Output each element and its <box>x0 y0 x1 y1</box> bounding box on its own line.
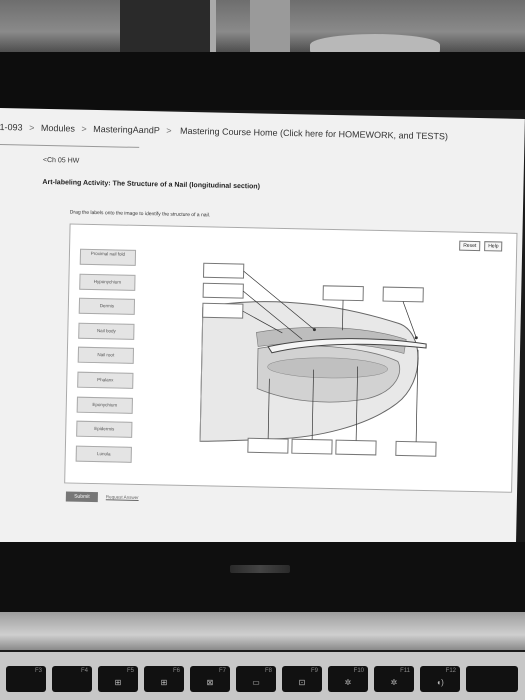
help-button[interactable]: Help <box>484 241 503 252</box>
key-f4[interactable]: F4 <box>52 666 92 692</box>
laptop-top-bezel <box>0 52 525 110</box>
breadcrumb-mastering[interactable]: MasteringAandP <box>93 124 160 135</box>
label-tile-nail-body[interactable]: Nail body <box>78 322 135 340</box>
key-f6[interactable]: F6 ⊞ <box>144 666 184 692</box>
label-tile-hyponychium[interactable]: Hyponychium <box>79 273 136 291</box>
laptop-hinge <box>0 612 525 650</box>
key-f11-label: F11 <box>400 668 410 674</box>
key-f8[interactable]: F8 ▭ <box>236 666 276 692</box>
laptop-screen: 1-093 > Modules > MasteringAandP > Maste… <box>0 108 525 557</box>
key-f9-label: F9 <box>310 668 318 674</box>
label-tile-dermis[interactable]: Dermis <box>78 297 136 316</box>
brightness-down-icon: ✲ <box>344 678 352 687</box>
breadcrumb-separator: > <box>81 123 87 134</box>
key-f7[interactable]: F7 ⊠ <box>190 666 230 692</box>
leader-dot <box>414 336 418 340</box>
drop-target <box>291 438 333 455</box>
request-answer-link[interactable]: Request Answer <box>106 494 139 500</box>
drop-target <box>202 302 244 319</box>
breadcrumb-separator: > <box>29 122 35 133</box>
reset-button[interactable]: Reset <box>459 240 481 252</box>
drop-target <box>335 439 377 456</box>
key-f5-label: F5 <box>126 668 134 674</box>
breadcrumb-course-id[interactable]: 1-093 <box>0 122 23 132</box>
label-bank: Proximal nail fold Hyponychium Dermis Na… <box>75 248 137 471</box>
volume-icon: ◖) <box>436 678 444 687</box>
art-labeling-workspace: Reset Help Proximal nail fold Hyponychiu… <box>64 223 518 493</box>
key-f7-label: F7 <box>218 668 226 674</box>
divider <box>0 143 140 148</box>
label-tile-nail-root[interactable]: Nail root <box>77 347 134 365</box>
mute-icon: ⊠ <box>206 678 214 687</box>
key-f4-label: F4 <box>80 668 88 674</box>
breadcrumb-modules[interactable]: Modules <box>41 123 75 134</box>
key-f11[interactable]: F11 ✲ <box>374 666 414 692</box>
drop-target <box>395 440 437 457</box>
drop-target <box>382 286 424 303</box>
label-tile-phalanx[interactable]: Phalanx <box>77 371 134 389</box>
instructions: Drag the labels onto the image to identi… <box>69 209 211 219</box>
key-f10-label: F10 <box>353 668 364 674</box>
drop-target <box>322 285 364 302</box>
drop-target <box>202 282 244 299</box>
drop-target <box>202 262 245 279</box>
label-tile-lunula[interactable]: Lunula <box>75 445 132 463</box>
key-f5[interactable]: F5 ⊞ <box>98 666 138 692</box>
key-f12[interactable]: F12 ◖) <box>420 666 460 692</box>
key-f12-label: F12 <box>445 668 456 674</box>
display-icon: ▭ <box>252 678 260 687</box>
keyboard-backlight-icon: ⊞ <box>114 678 122 687</box>
label-tile-epidermis[interactable]: Epidermis <box>76 420 133 438</box>
submit-button[interactable]: Submit <box>65 491 98 503</box>
activity-title: Art-labeling Activity: The Structure of … <box>42 178 261 191</box>
label-tile-eponychium[interactable]: Eponychium <box>76 396 133 414</box>
touchpad-icon: ⊡ <box>298 678 306 687</box>
key-f3-label: F3 <box>34 668 42 674</box>
brightness-up-icon: ✲ <box>390 678 398 687</box>
key-f10[interactable]: F10 ✲ <box>328 666 368 692</box>
laptop-bottom-bezel <box>0 542 525 614</box>
key-f6-label: F6 <box>172 668 180 674</box>
label-tile-proximal-nail-fold[interactable]: Proximal nail fold <box>79 248 137 266</box>
back-link[interactable]: <Ch 05 HW <box>43 157 80 165</box>
drop-target <box>247 437 289 454</box>
wall-picture-frame <box>120 0 216 52</box>
wall-picture-frame-right <box>250 0 290 52</box>
key-f9[interactable]: F9 ⊡ <box>282 666 322 692</box>
key-f8-label: F8 <box>264 668 272 674</box>
keyboard-backlight-up-icon: ⊞ <box>160 678 168 687</box>
breadcrumb-separator: > <box>166 125 172 136</box>
laptop-brand-mark <box>230 565 290 573</box>
key-f3[interactable]: F3 <box>6 666 46 692</box>
breadcrumb-course-home[interactable]: Mastering Course Home (Click here for HO… <box>180 126 448 142</box>
key-prtsc[interactable] <box>466 666 518 692</box>
